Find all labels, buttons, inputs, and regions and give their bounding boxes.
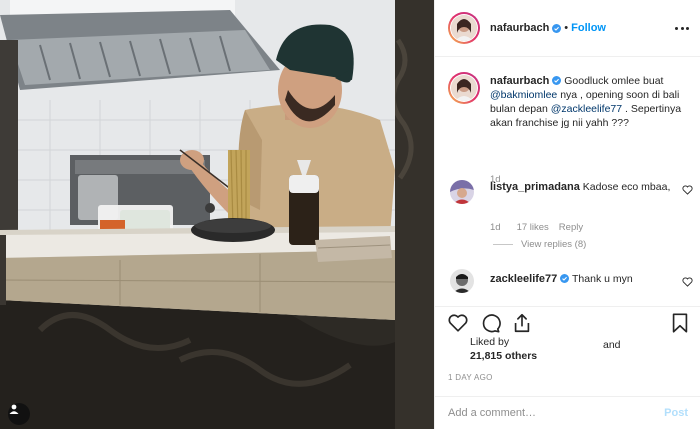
author-avatar[interactable] bbox=[448, 12, 480, 44]
caption-avatar[interactable] bbox=[448, 72, 480, 104]
more-options-icon[interactable] bbox=[675, 22, 689, 34]
comment-like-heart-icon[interactable] bbox=[682, 277, 693, 287]
add-comment-input[interactable] bbox=[448, 407, 665, 419]
author-username[interactable]: nafaurbach bbox=[490, 22, 549, 34]
action-bar bbox=[435, 306, 700, 340]
view-replies-button[interactable]: View replies (8) bbox=[493, 239, 586, 250]
post-comment-button[interactable]: Post bbox=[664, 407, 688, 419]
caption-username[interactable]: nafaurbach bbox=[490, 75, 549, 87]
comment-meta: 1d 17 likes Reply bbox=[490, 222, 583, 233]
comment-icon[interactable] bbox=[479, 312, 501, 334]
comment-body: Kadose eco mbaa, bbox=[582, 181, 671, 193]
verified-badge-icon bbox=[560, 274, 570, 283]
add-comment-bar: Post bbox=[435, 396, 700, 429]
post-photo[interactable] bbox=[0, 0, 434, 429]
comment-item: zackleelife77 Thank u myn bbox=[448, 269, 693, 299]
share-icon[interactable] bbox=[511, 312, 533, 334]
comment-text: listya_primadana Kadose eco mbaa, bbox=[490, 180, 686, 194]
avatar-image-icon bbox=[451, 75, 477, 101]
comment-body: Thank u myn bbox=[572, 273, 633, 285]
comment-likes[interactable]: 17 likes bbox=[517, 222, 549, 233]
post-timestamp[interactable]: 1 DAY AGO bbox=[448, 373, 493, 382]
verified-badge-icon bbox=[552, 76, 562, 85]
comment-age[interactable]: 1d bbox=[490, 222, 501, 233]
comment-like-heart-icon[interactable] bbox=[682, 185, 693, 195]
commenter-avatar[interactable] bbox=[450, 180, 474, 204]
commenter-avatar[interactable] bbox=[450, 269, 474, 293]
mention-bakmiomlee[interactable]: @bakmiomlee bbox=[490, 89, 557, 101]
avatar-image-icon bbox=[450, 180, 474, 204]
liked-by-label: Liked by bbox=[470, 336, 510, 348]
comment-username[interactable]: zackleelife77 bbox=[490, 273, 557, 285]
user-tag-icon[interactable] bbox=[8, 403, 30, 425]
view-replies-label: View replies (8) bbox=[521, 239, 587, 250]
avatar-image-icon bbox=[450, 269, 474, 293]
post-header: nafaurbach • Follow bbox=[435, 0, 700, 57]
likes-count[interactable]: 21,815 others bbox=[470, 350, 537, 362]
comments-list[interactable]: nafaurbach Goodluck omlee buat @bakmioml… bbox=[435, 58, 700, 306]
likes-and-label: and bbox=[603, 339, 621, 351]
post-side-panel: nafaurbach • Follow nafaurbach Goodluck … bbox=[434, 0, 700, 429]
comment-username[interactable]: listya_primadana bbox=[490, 181, 580, 193]
comment-text: zackleelife77 Thank u myn bbox=[490, 272, 686, 286]
separator-dot: • bbox=[564, 22, 569, 34]
mention-zackleelife77[interactable]: @zackleelife77 bbox=[551, 103, 622, 115]
caption-text: nafaurbach Goodluck omlee buat @bakmioml… bbox=[490, 74, 686, 130]
verified-badge-icon bbox=[552, 23, 562, 33]
reply-button[interactable]: Reply bbox=[559, 222, 583, 233]
follow-button[interactable]: Follow bbox=[571, 22, 606, 34]
heart-icon[interactable] bbox=[447, 312, 469, 334]
avatar-image-icon bbox=[451, 15, 477, 41]
bookmark-icon[interactable] bbox=[669, 312, 691, 334]
photo-artwork bbox=[0, 0, 434, 429]
caption-part-1: Goodluck omlee buat bbox=[564, 75, 664, 87]
caption: nafaurbach Goodluck omlee buat @bakmioml… bbox=[448, 72, 693, 185]
